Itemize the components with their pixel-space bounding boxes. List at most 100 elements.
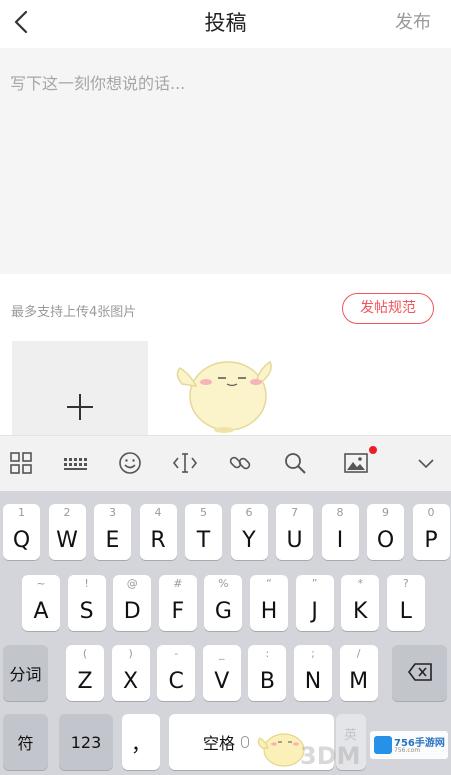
key-o[interactable]: 9O bbox=[367, 504, 404, 560]
search-icon[interactable] bbox=[282, 450, 308, 476]
key-secondary-label: 3 bbox=[109, 506, 116, 519]
number-key[interactable]: 123 bbox=[59, 714, 113, 770]
key-primary-label: T bbox=[196, 528, 211, 553]
key-primary-label: W bbox=[56, 528, 78, 553]
key-u[interactable]: 7U bbox=[276, 504, 313, 560]
editor-toolbar bbox=[0, 435, 451, 491]
key-primary-label: M bbox=[349, 669, 369, 694]
key-q[interactable]: 1Q bbox=[3, 504, 40, 560]
keyboard-icon[interactable] bbox=[62, 450, 88, 476]
key-primary-label: I bbox=[336, 528, 344, 553]
key-primary-label: H bbox=[260, 599, 278, 624]
key-c[interactable]: -C bbox=[157, 645, 196, 701]
key-secondary-label: 8 bbox=[336, 506, 344, 519]
key-secondary-label: ? bbox=[402, 577, 409, 590]
key-secondary-label: _ bbox=[219, 647, 225, 660]
key-secondary-label: ! bbox=[84, 577, 89, 590]
image-notification-badge bbox=[369, 446, 377, 454]
upload-hint: 最多支持上传4张图片 bbox=[11, 305, 137, 320]
key-secondary-label: 5 bbox=[200, 506, 207, 519]
key-secondary-label: 0 bbox=[427, 506, 435, 519]
post-text-input[interactable]: 写下这一刻你想说的话... bbox=[0, 48, 451, 274]
key-a[interactable]: ~ A bbox=[22, 575, 60, 631]
segment-key[interactable]: 分词 bbox=[3, 645, 48, 701]
segment-key-label: 分词 bbox=[9, 665, 42, 684]
image-upload-section: 最多支持上传4张图片 发帖规范 bbox=[0, 274, 451, 435]
key-f[interactable]: # F bbox=[158, 575, 197, 631]
key-secondary-label: @ bbox=[126, 577, 138, 590]
emoji-icon[interactable] bbox=[117, 450, 143, 476]
key-secondary-label: 6 bbox=[245, 506, 253, 519]
chick-mascot-sticker bbox=[176, 360, 272, 433]
publish-button[interactable]: 发布 bbox=[395, 8, 431, 34]
microphone-icon bbox=[241, 736, 250, 748]
watermark-logo-icon bbox=[374, 736, 392, 754]
key-secondary-label: 1 bbox=[18, 506, 25, 519]
key-secondary-label: : bbox=[265, 647, 270, 660]
collapse-toolbar-icon[interactable] bbox=[413, 450, 439, 476]
link-icon[interactable] bbox=[227, 450, 253, 476]
key-l[interactable]: ? L bbox=[386, 575, 425, 631]
backspace-key[interactable] bbox=[392, 645, 447, 701]
key-secondary-label: 2 bbox=[63, 506, 71, 519]
symbol-key[interactable]: 符 bbox=[3, 714, 48, 770]
space-key-label: 空格 bbox=[203, 734, 236, 753]
key-secondary-label: ) bbox=[128, 647, 133, 660]
key-primary-label: N bbox=[304, 669, 322, 694]
key-primary-label: V bbox=[214, 669, 230, 694]
key-n[interactable]: ; N bbox=[294, 645, 332, 701]
key-m[interactable]: / M bbox=[339, 645, 378, 701]
key-secondary-label: ( bbox=[82, 647, 88, 660]
key-primary-label: J bbox=[311, 599, 318, 624]
key-j[interactable]: ” J bbox=[295, 575, 334, 631]
key-y[interactable]: 6Y bbox=[230, 504, 268, 560]
symbol-key-label: 符 bbox=[17, 734, 34, 753]
key-t[interactable]: 5T bbox=[185, 504, 222, 560]
backspace-icon bbox=[408, 663, 432, 681]
site-watermark: 756手游网 756.com bbox=[370, 731, 448, 759]
key-s[interactable]: ! S bbox=[67, 575, 106, 631]
key-k[interactable]: * K bbox=[341, 575, 380, 631]
key-v[interactable]: _ V bbox=[202, 645, 241, 701]
key-primary-label: U bbox=[286, 528, 303, 553]
posting-rules-button[interactable]: 发帖规范 bbox=[342, 293, 434, 324]
key-secondary-label: - bbox=[174, 647, 179, 660]
comma-key[interactable]: ， bbox=[122, 714, 160, 770]
key-d[interactable]: @ D bbox=[113, 575, 152, 631]
key-primary-label: A bbox=[33, 599, 49, 624]
key-primary-label: R bbox=[150, 528, 166, 553]
key-primary-label: B bbox=[259, 669, 275, 694]
text-cursor-icon[interactable] bbox=[172, 450, 198, 476]
key-b[interactable]: :B bbox=[248, 645, 287, 701]
watermark-url: 756.com bbox=[394, 747, 421, 754]
key-r[interactable]: 4R bbox=[139, 504, 177, 560]
key-primary-label: L bbox=[399, 599, 412, 624]
key-e[interactable]: 3E bbox=[94, 504, 131, 560]
image-icon[interactable] bbox=[343, 450, 369, 476]
key-primary-label: Q bbox=[12, 528, 31, 553]
key-secondary-label: ~ bbox=[36, 577, 46, 590]
key-x[interactable]: ) X bbox=[111, 645, 150, 701]
key-primary-label: O bbox=[376, 528, 395, 553]
key-secondary-label: 7 bbox=[291, 506, 298, 519]
key-secondary-label: ; bbox=[311, 647, 315, 660]
key-primary-label: E bbox=[105, 528, 120, 553]
key-i[interactable]: 8I bbox=[321, 504, 359, 560]
key-g[interactable]: % G bbox=[204, 575, 243, 631]
language-key-label: 英 bbox=[344, 728, 358, 743]
key-h[interactable]: “H bbox=[250, 575, 288, 631]
key-w[interactable]: 2W bbox=[48, 504, 86, 560]
key-primary-label: P bbox=[424, 528, 438, 553]
key-secondary-label: # bbox=[173, 577, 183, 590]
key-secondary-label: % bbox=[218, 577, 229, 590]
grid-icon[interactable] bbox=[8, 450, 34, 476]
key-secondary-label: * bbox=[357, 577, 363, 590]
add-image-button[interactable] bbox=[12, 341, 148, 435]
key-z[interactable]: (Z bbox=[66, 645, 104, 701]
key-primary-label: D bbox=[123, 599, 141, 624]
post-compose-screen: 投稿 发布 写下这一刻你想说的话... 最多支持上传4张图片 发帖规范 1 Q … bbox=[0, 0, 451, 775]
watermark-ghost-text: 3DM bbox=[300, 742, 361, 770]
key-secondary-label: “ bbox=[266, 577, 272, 590]
key-p[interactable]: 0P bbox=[412, 504, 450, 560]
page-title: 投稿 bbox=[204, 11, 247, 35]
